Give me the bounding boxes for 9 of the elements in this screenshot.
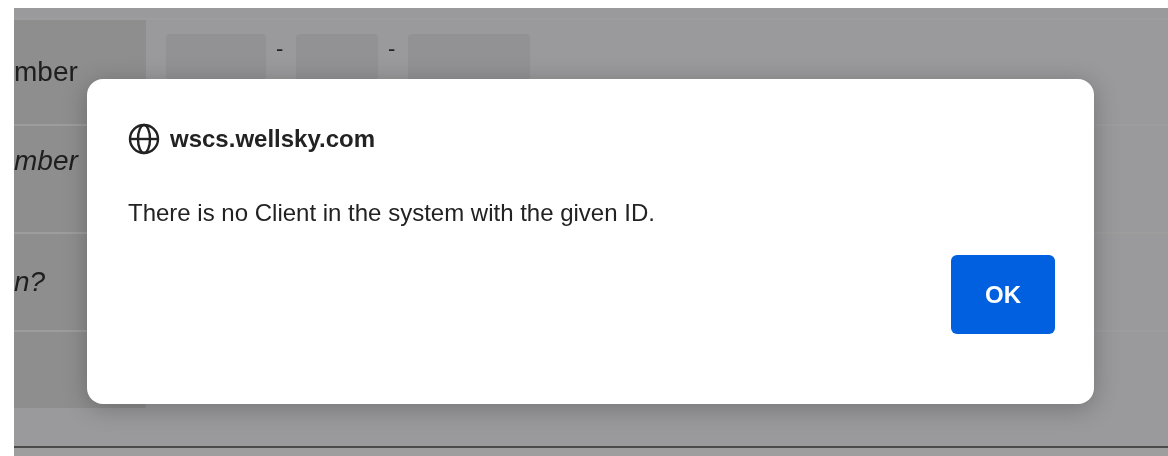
dialog-title: wscs.wellsky.com bbox=[170, 125, 375, 153]
dash-separator: - bbox=[276, 35, 285, 62]
field-label: mber bbox=[14, 55, 78, 89]
dialog-message: There is no Client in the system with the given ID. bbox=[128, 199, 656, 227]
field-label: mber bbox=[14, 144, 78, 178]
globe-icon bbox=[128, 123, 160, 155]
field-label: n? bbox=[14, 265, 46, 299]
ok-button[interactable]: OK bbox=[951, 255, 1055, 334]
dash-separator: - bbox=[388, 35, 397, 62]
